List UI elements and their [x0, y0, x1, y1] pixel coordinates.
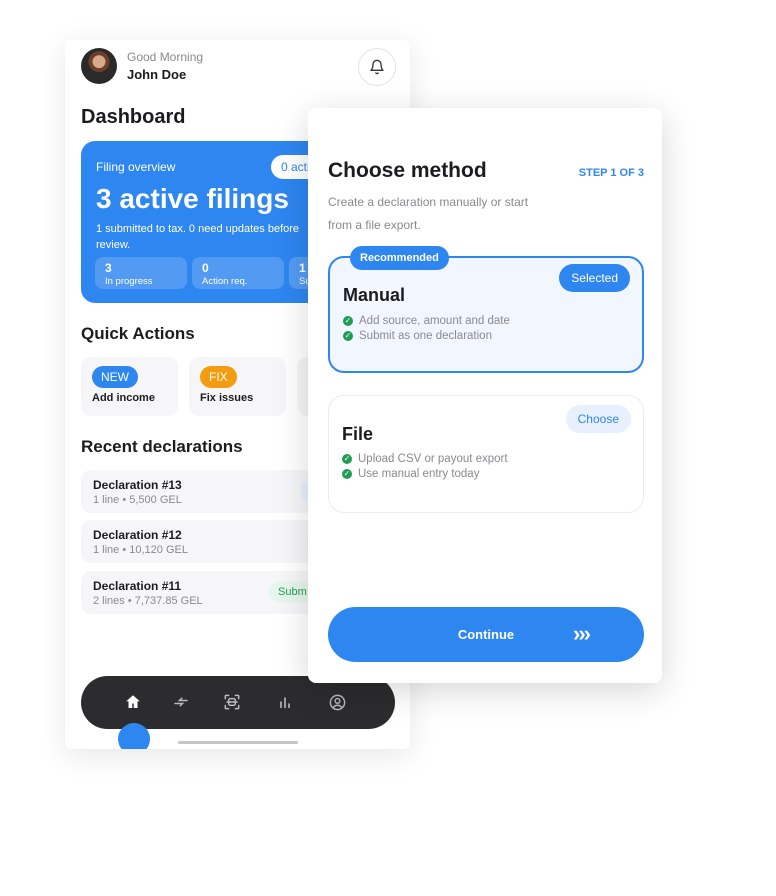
option-title: Manual: [343, 285, 406, 305]
bottom-nav: [81, 676, 395, 729]
notification-button[interactable]: [358, 48, 396, 86]
declaration-title: Declaration #13: [93, 478, 182, 492]
quick-action-add-income[interactable]: NEW Add income: [81, 357, 178, 416]
feature-text: Submit as one declaration: [359, 330, 492, 342]
stat-value: 0: [202, 261, 209, 275]
quick-action-label: Add income: [92, 392, 155, 404]
dialog-title: Choose method: [328, 159, 487, 182]
feature-item: ✓ Use manual entry today: [342, 468, 479, 480]
transfer-icon[interactable]: [170, 691, 192, 713]
step-indicator: STEP 1 OF 3: [578, 167, 644, 179]
new-badge: NEW: [92, 366, 138, 388]
declaration-meta: 1 line • 5,500 GEL: [93, 494, 182, 506]
stat-in-progress: 3 In progress: [95, 257, 187, 289]
scan-icon[interactable]: [221, 691, 243, 713]
check-icon: ✓: [343, 331, 353, 341]
quick-action-fix-issues[interactable]: FIX Fix issues: [189, 357, 286, 416]
check-icon: ✓: [343, 316, 353, 326]
overview-label: Filing overview: [96, 160, 176, 174]
feature-item: ✓ Submit as one declaration: [343, 330, 492, 342]
stat-action-required: 0 Action req.: [192, 257, 284, 289]
profile-icon[interactable]: [326, 691, 348, 713]
feature-text: Use manual entry today: [358, 468, 480, 480]
check-icon: ✓: [342, 454, 352, 464]
quick-actions-title: Quick Actions: [81, 324, 195, 343]
dialog-description: Create a declaration manually or start f…: [328, 195, 529, 232]
recommended-badge: Recommended: [350, 246, 449, 270]
option-title: File: [342, 424, 374, 444]
home-icon[interactable]: [122, 691, 144, 713]
stat-label: Action req.: [202, 276, 248, 287]
stat-value: 3: [105, 261, 112, 275]
bell-icon: [370, 59, 384, 75]
nav-active-indicator: [118, 723, 150, 749]
chevrons-right-icon: ›››: [573, 621, 591, 646]
page-title: Dashboard: [81, 106, 186, 128]
declaration-title: Declaration #12: [93, 528, 182, 542]
declaration-meta: 2 lines • 7,737.85 GEL: [93, 595, 203, 607]
feature-item: ✓ Upload CSV or payout export: [342, 453, 508, 465]
option-file[interactable]: Choose File ✓ Upload CSV or payout expor…: [328, 395, 644, 513]
stat-value: 1: [299, 261, 306, 275]
choose-method-dialog: Choose method STEP 1 OF 3 Create a decla…: [308, 108, 662, 683]
selected-button[interactable]: Selected: [559, 264, 630, 292]
greeting-text: Good Morning: [127, 50, 204, 64]
feature-text: Upload CSV or payout export: [358, 453, 508, 465]
declaration-title: Declaration #11: [93, 579, 182, 593]
user-name: John Doe: [127, 67, 187, 82]
feature-text: Add source, amount and date: [359, 315, 510, 327]
home-indicator: [178, 741, 298, 744]
option-manual[interactable]: Recommended Selected Manual ✓ Add source…: [328, 246, 644, 373]
continue-button[interactable]: Continue ›››: [328, 607, 644, 662]
continue-label: Continue: [457, 627, 515, 642]
avatar[interactable]: [81, 48, 117, 84]
declaration-meta: 1 line • 10,120 GEL: [93, 544, 188, 556]
fix-badge: FIX: [200, 366, 237, 388]
stat-label: In progress: [105, 276, 153, 287]
check-icon: ✓: [342, 469, 352, 479]
recent-declarations-title: Recent declarations: [81, 437, 243, 456]
overview-headline: 3 active filings: [96, 183, 289, 214]
choose-button[interactable]: Choose: [565, 405, 631, 433]
feature-item: ✓ Add source, amount and date: [343, 315, 510, 327]
overview-subtext: 1 submitted to tax. 0 need updates befor…: [96, 223, 300, 251]
quick-action-label: Fix issues: [200, 392, 254, 404]
chart-icon[interactable]: [274, 691, 296, 713]
